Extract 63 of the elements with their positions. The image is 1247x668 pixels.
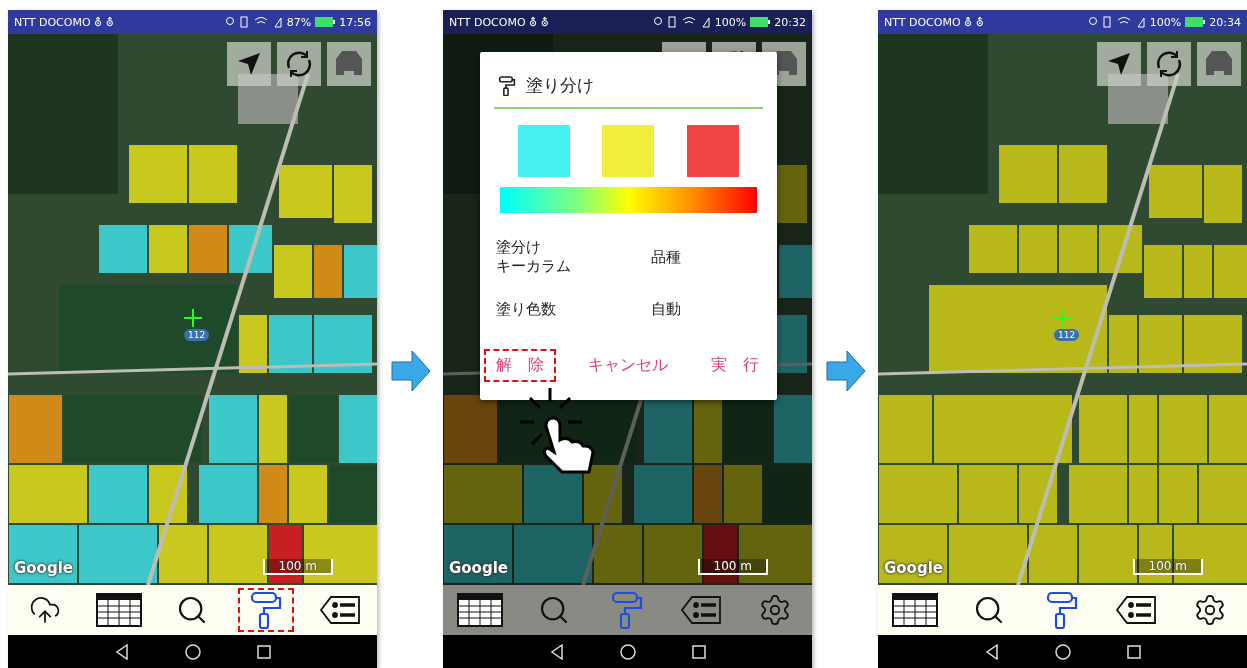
setting-value[interactable]: 品種 [651,247,761,267]
table-icon [891,593,938,627]
setting-label: 塗分け キーカラム [496,238,572,276]
setting-value[interactable]: 自動 [651,299,761,319]
status-icons [652,16,711,28]
right-arrow-icon [391,350,431,392]
refresh-button[interactable] [277,42,321,86]
navigation-arrow-icon [236,51,262,77]
battery-level: 100% [714,15,747,29]
right-arrow-icon [826,350,866,392]
carrier-name: NTT DOCOMO ⛢ ⛢ [884,15,984,29]
map-logo: Google [884,559,943,577]
recents-icon[interactable] [691,644,706,659]
paint-roller-icon [249,591,284,629]
dialog-title: 塗り分け [526,74,594,97]
recents-icon[interactable] [1126,644,1141,659]
clock-time: 17:56 [339,15,371,29]
home-icon[interactable] [184,643,201,660]
home-icon[interactable] [619,643,636,660]
tag-list-icon [680,595,723,625]
paint-roller-icon [610,591,645,629]
map-logo: Google [14,559,73,577]
setting-label: 塗り色数 [496,299,557,319]
scale-bar: 100 m [262,559,333,575]
tag-list-icon [1115,595,1158,625]
battery-level: 87% [286,15,312,29]
status-icons [224,16,283,28]
dialog-button[interactable]: 実 行 [699,349,771,382]
locate-button[interactable] [1097,42,1141,86]
status-icons [1087,16,1146,28]
color-swatch[interactable] [518,125,571,177]
color-swatch[interactable] [602,125,655,177]
paint-roller-icon [1045,591,1080,629]
battery-level: 100% [1149,15,1182,29]
carrier-name: NTT DOCOMO ⛢ ⛢ [14,15,114,29]
map-logo: Google [449,559,508,577]
battery-icon [1185,17,1206,27]
clock-time: 20:32 [774,15,806,29]
navigation-arrow-icon [1106,51,1132,77]
battery-icon [315,17,336,27]
cloud-upload-icon [28,594,61,626]
scale-bar: 100 m [1132,559,1203,575]
recents-icon[interactable] [256,644,271,659]
tag-list-icon [319,595,362,625]
locate-button[interactable] [227,42,271,86]
color-swatch[interactable] [686,125,739,177]
battery-icon [750,17,771,27]
back-icon[interactable] [549,643,564,660]
paint-roller-icon [498,75,516,96]
crosshair-icon [184,309,202,327]
dialog-button[interactable]: キャンセル [575,349,680,382]
crosshair-icon [1054,309,1072,327]
home-icon[interactable] [1054,643,1071,660]
scale-bar: 100 m [697,559,768,575]
refresh-button[interactable] [1147,42,1191,86]
dialog-button[interactable]: 解 除 [484,349,556,382]
back-icon[interactable] [114,643,129,660]
paint-tool-button[interactable] [238,588,295,632]
table-icon [456,593,503,627]
clock-time: 20:34 [1209,15,1241,29]
carrier-name: NTT DOCOMO ⛢ ⛢ [449,15,549,29]
back-icon[interactable] [984,643,999,660]
table-icon [95,593,142,627]
